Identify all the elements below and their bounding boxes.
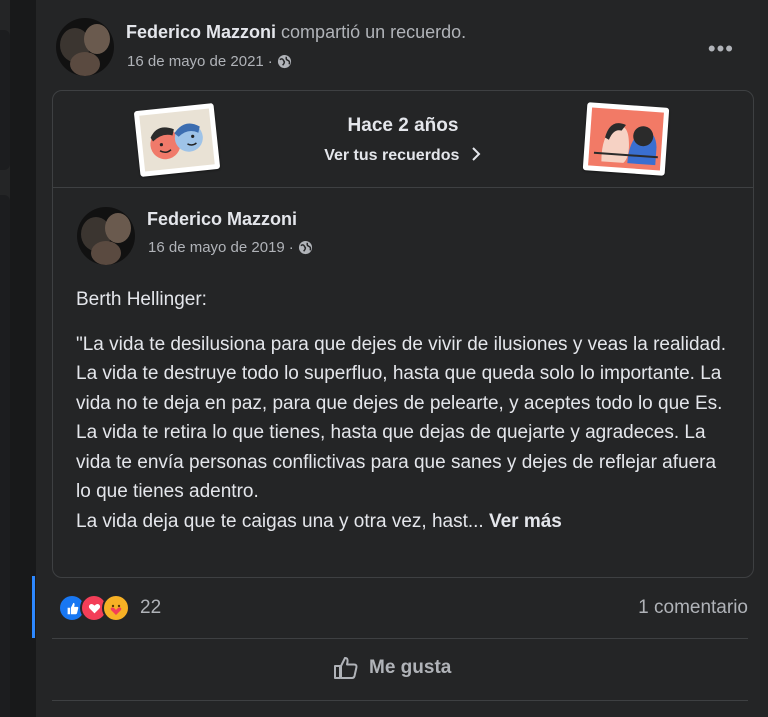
reaction-count: 22: [140, 597, 162, 618]
post-date[interactable]: 16 de mayo de 2021: [127, 53, 264, 70]
care-icon: [102, 594, 130, 622]
post-meta: 16 de mayo de 2021 ·: [127, 53, 292, 70]
left-column: [0, 0, 10, 717]
post-intro: Berth Hellinger:: [76, 289, 207, 310]
post-body: Berth Hellinger: "La vida te desilusiona…: [76, 285, 736, 536]
comments-count-link[interactable]: 1 comentario: [638, 597, 748, 619]
memory-card: Hace 2 años Ver tus recuerdos Federico M…: [52, 90, 754, 578]
more-icon: •••: [707, 36, 734, 61]
original-post-meta: 16 de mayo de 2019 ·: [148, 239, 313, 256]
friends-sticker-right: [582, 102, 670, 176]
original-meta-separator: ·: [288, 239, 294, 256]
see-more-link[interactable]: Ver más: [489, 511, 562, 532]
see-memories-label: Ver tus recuerdos: [324, 147, 460, 164]
chevron-right-icon: [472, 147, 481, 161]
post-last-line: La vida deja que te caigas una y otra ve…: [76, 507, 736, 537]
original-author-name[interactable]: Federico Mazzoni: [147, 209, 297, 230]
thumbs-up-icon: [334, 656, 358, 679]
meta-separator: ·: [267, 53, 273, 70]
post-header-title: Federico Mazzoni compartió un recuerdo.: [126, 22, 466, 43]
post-card: Federico Mazzoni compartió un recuerdo. …: [32, 0, 768, 717]
post-quote: "La vida te desilusiona para que dejes d…: [76, 333, 726, 503]
author-avatar[interactable]: [56, 18, 114, 76]
action-divider-bottom: [52, 700, 748, 701]
more-options-button[interactable]: •••: [708, 36, 734, 62]
post-truncated-text: La vida deja que te caigas una y otra ve…: [76, 510, 484, 532]
globe-icon: [277, 54, 291, 69]
left-panel-top: [0, 30, 10, 170]
post-action: compartió un recuerdo.: [281, 22, 467, 42]
reaction-summary[interactable]: 22: [58, 594, 161, 622]
original-author-avatar[interactable]: [77, 207, 135, 265]
left-panel-bottom: [0, 195, 10, 717]
author-name[interactable]: Federico Mazzoni: [126, 22, 276, 42]
original-post-date[interactable]: 16 de mayo de 2019: [148, 239, 285, 256]
memory-header: Hace 2 años Ver tus recuerdos: [53, 91, 753, 188]
focus-indicator: [32, 576, 35, 638]
like-label: Me gusta: [369, 657, 452, 678]
hug-illustration-icon: [588, 107, 664, 171]
globe-icon: [298, 240, 312, 255]
action-divider-top: [52, 638, 748, 639]
like-button[interactable]: Me gusta: [333, 656, 451, 680]
